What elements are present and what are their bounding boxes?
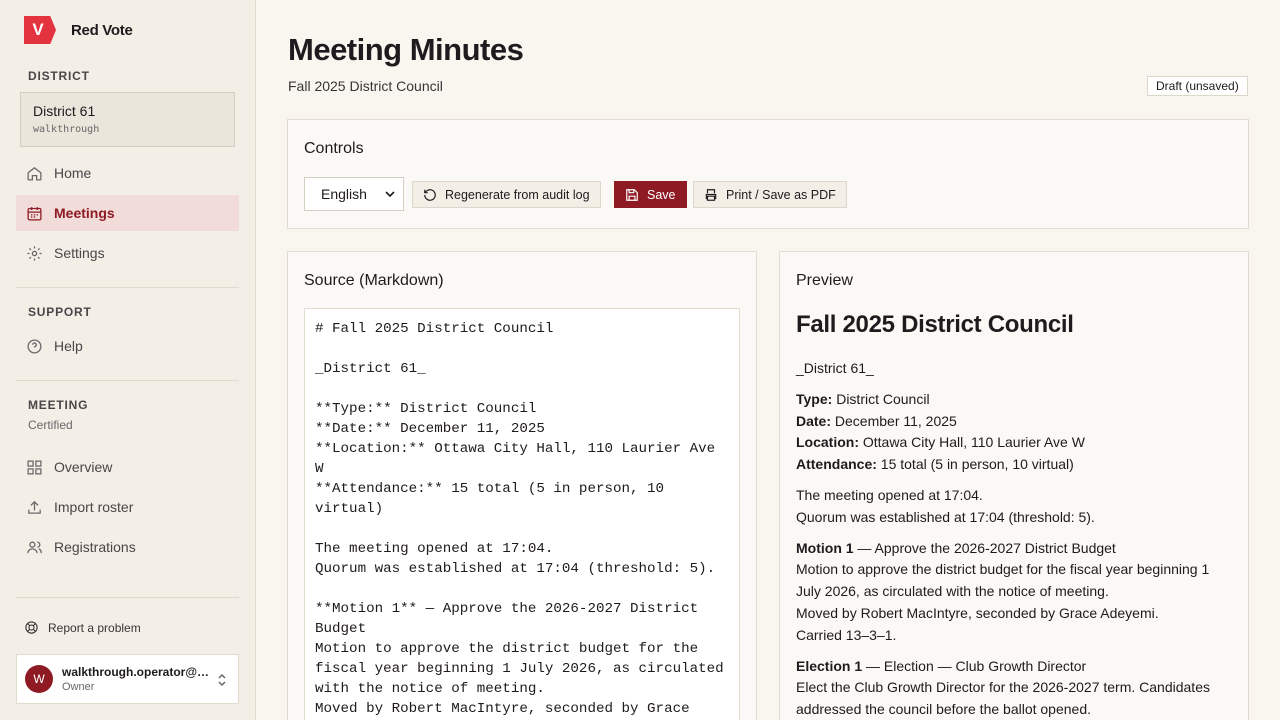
brand-name: Red Vote	[71, 21, 133, 39]
quorum-text: Quorum was established at 17:04 (thresho…	[796, 508, 1095, 525]
page-subtitle: Fall 2025 District Council	[288, 78, 443, 94]
regenerate-button[interactable]: Regenerate from audit log	[412, 181, 601, 208]
election-title: — Election — Club Growth Director	[862, 657, 1087, 674]
status-badge: Draft (unsaved)	[1147, 76, 1248, 96]
upload-icon	[28, 500, 41, 514]
refresh-icon	[424, 188, 436, 201]
user-info: walkthrough.operator@ta... Owner	[62, 665, 210, 693]
print-button[interactable]: Print / Save as PDF	[693, 181, 847, 208]
minutes-preview: Fall 2025 District Council _District 61_…	[796, 310, 1226, 720]
preview-panel: Preview Fall 2025 District Council _Dist…	[779, 251, 1249, 720]
chevron-up-down-icon	[218, 673, 226, 687]
controls-title: Controls	[304, 140, 364, 157]
meeting-section-label: MEETING	[28, 398, 89, 412]
attendance-label: Attendance:	[796, 456, 877, 473]
save-button[interactable]: Save	[614, 181, 687, 208]
nav-meetings-label: Meetings	[54, 205, 115, 221]
user-menu[interactable]: W walkthrough.operator@ta... Owner	[16, 654, 239, 704]
preview-opening: The meeting opened at 17:04. Quorum was …	[796, 485, 1226, 529]
preview-title: Preview	[796, 272, 853, 289]
location-label: Location:	[796, 434, 859, 451]
language-select[interactable]: English	[304, 177, 404, 211]
meeting-status: Certified	[28, 418, 73, 432]
print-label: Print / Save as PDF	[726, 187, 836, 202]
location-value: Ottawa City Hall, 110 Laurier Ave W	[859, 434, 1085, 451]
support-section-label: SUPPORT	[28, 305, 92, 319]
district-switcher[interactable]: District 61 walkthrough	[20, 92, 235, 147]
printer-icon	[705, 188, 717, 201]
nav-registrations-label: Registrations	[54, 539, 136, 555]
sidebar-divider	[16, 597, 239, 598]
nav-overview[interactable]: Overview	[16, 449, 239, 485]
nav-home-label: Home	[54, 165, 92, 181]
nav-help[interactable]: Help	[16, 328, 239, 364]
user-email: walkthrough.operator@ta...	[62, 665, 210, 679]
language-select-value: English	[321, 186, 367, 202]
report-problem-label: Report a problem	[48, 620, 141, 635]
date-label: Date:	[796, 412, 832, 429]
sidebar-divider	[16, 287, 239, 288]
markdown-editor[interactable]: # Fall 2025 District Council _District 6…	[304, 308, 740, 720]
date-value: December 11, 2025	[831, 412, 957, 429]
grid-icon	[27, 459, 42, 475]
nav-overview-label: Overview	[54, 459, 113, 475]
home-icon	[27, 166, 42, 181]
preview-election: Election 1 — Election — Club Growth Dire…	[796, 656, 1226, 720]
motion-title: — Approve the 2026-2027 District Budget	[853, 539, 1116, 556]
regenerate-label: Regenerate from audit log	[445, 187, 590, 202]
chevron-down-icon	[385, 191, 395, 198]
nav-registrations[interactable]: Registrations	[16, 529, 239, 565]
preview-heading: Fall 2025 District Council	[796, 311, 1074, 338]
nav-settings[interactable]: Settings	[16, 235, 239, 271]
gear-icon	[27, 245, 42, 261]
nav-import-roster[interactable]: Import roster	[16, 489, 239, 525]
avatar: W	[25, 665, 53, 693]
source-panel: Source (Markdown) # Fall 2025 District C…	[287, 251, 757, 720]
motion-moved: Moved by Robert MacIntyre, seconded by G…	[796, 604, 1159, 621]
sidebar: V Red Vote DISTRICT District 61 walkthro…	[0, 0, 256, 720]
brand[interactable]: V Red Vote	[24, 16, 133, 44]
page-title: Meeting Minutes	[288, 32, 524, 67]
controls-panel: Controls English Regenerate from audit l…	[287, 119, 1249, 229]
user-role: Owner	[62, 681, 95, 693]
nav-settings-label: Settings	[54, 245, 105, 261]
type-value: District Council	[832, 390, 930, 407]
nav-meetings[interactable]: Meetings	[16, 195, 239, 231]
district-slug: walkthrough	[33, 124, 100, 135]
lifebuoy-icon	[25, 621, 38, 634]
motion-label: Motion 1	[796, 539, 854, 556]
preview-district: _District 61_	[796, 360, 874, 376]
brand-logo: V	[24, 16, 56, 44]
motion-description: Motion to approve the district budget fo…	[796, 561, 1210, 600]
save-label: Save	[647, 187, 676, 202]
opened-text: The meeting opened at 17:04.	[796, 486, 983, 503]
election-label: Election 1	[796, 657, 863, 674]
district-name: District 61	[33, 103, 96, 119]
report-problem-link[interactable]: Report a problem	[24, 620, 141, 635]
attendance-value: 15 total (5 in person, 10 virtual)	[876, 456, 1074, 473]
preview-motion: Motion 1 — Approve the 2026-2027 Distric…	[796, 538, 1226, 647]
nav-home[interactable]: Home	[16, 155, 239, 191]
election-description: Elect the Club Growth Director for the 2…	[796, 679, 1210, 718]
calendar-icon	[27, 206, 42, 221]
motion-result: Carried 13–3–1.	[796, 626, 897, 643]
type-label: Type:	[796, 390, 833, 407]
sidebar-divider	[16, 380, 239, 381]
preview-details: Type: District Council Date: December 11…	[796, 389, 1226, 476]
district-section-label: DISTRICT	[28, 69, 90, 83]
nav-import-roster-label: Import roster	[54, 499, 134, 515]
nav-help-label: Help	[54, 338, 83, 354]
source-title: Source (Markdown)	[304, 272, 444, 289]
users-icon	[27, 541, 42, 553]
help-icon	[27, 338, 42, 354]
save-icon	[626, 188, 638, 201]
